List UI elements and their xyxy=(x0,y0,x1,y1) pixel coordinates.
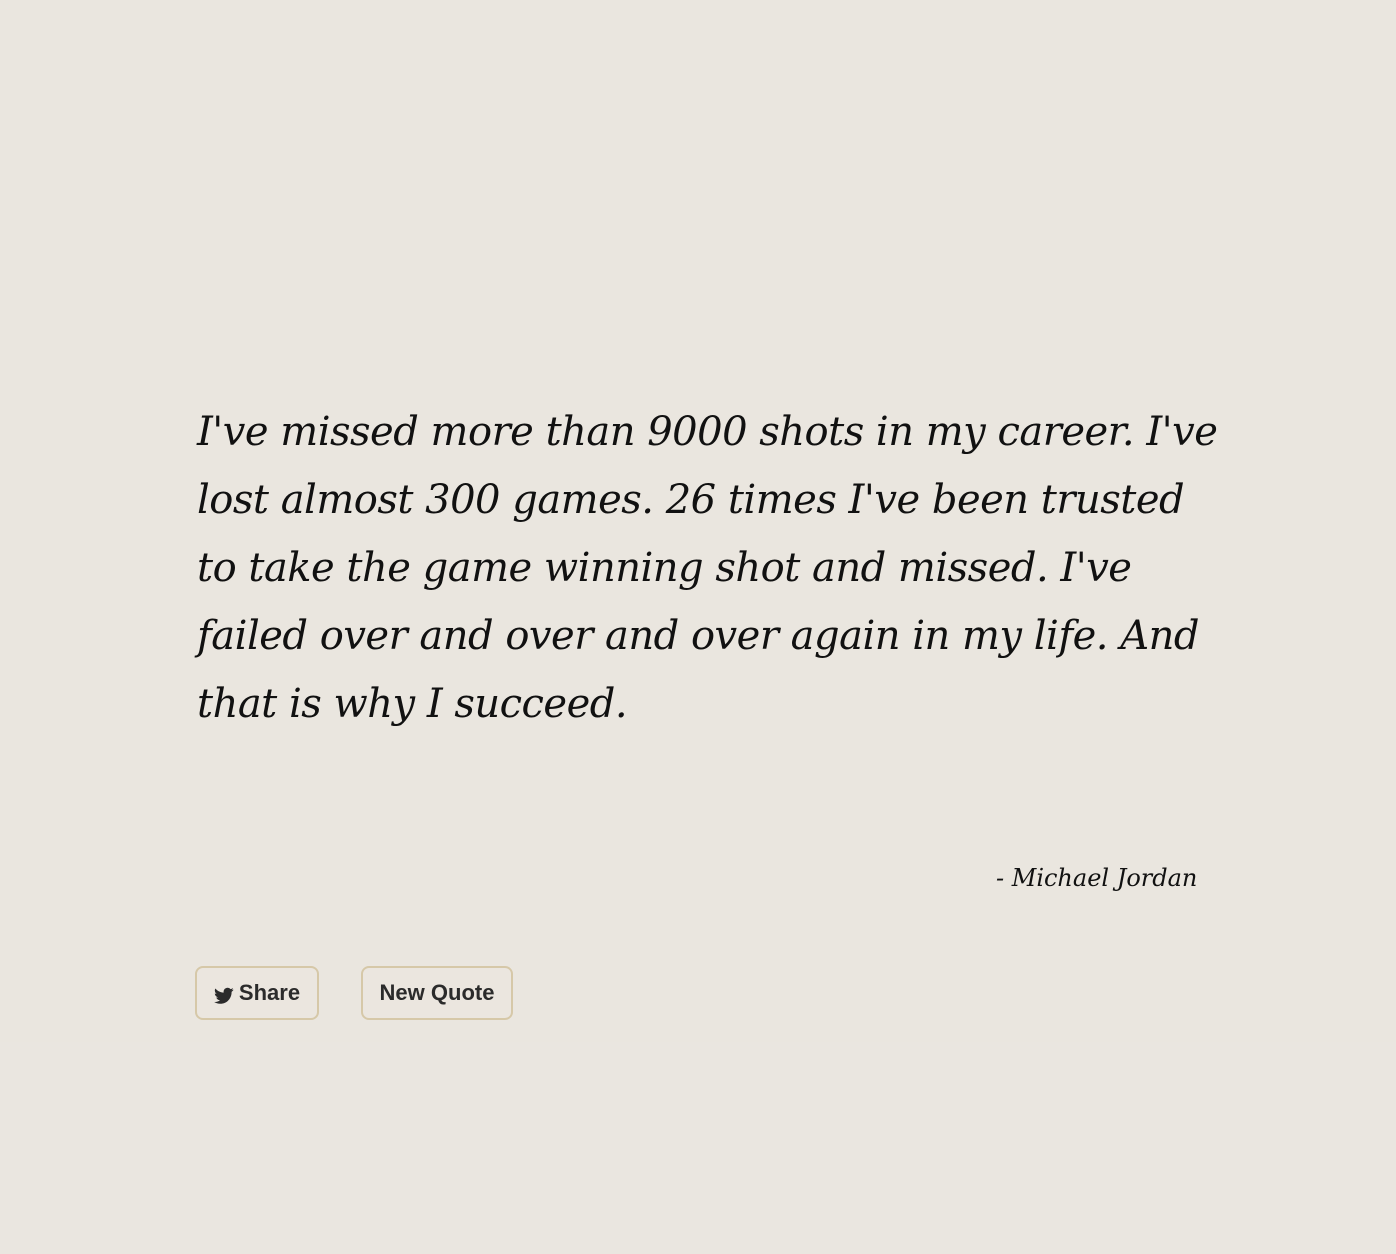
quote-text: I've missed more than 9000 shots in my c… xyxy=(197,409,1218,727)
twitter-bird-icon xyxy=(213,985,234,1004)
page: I've missed more than 9000 shots in my c… xyxy=(0,0,1396,1254)
share-label: Share xyxy=(238,980,301,1005)
quote-author: - Michael Jordan xyxy=(996,864,1198,892)
new-quote-button[interactable]: New Quote xyxy=(361,966,513,1020)
new-quote-label: New Quote xyxy=(379,980,495,1005)
quote-box: I've missed more than 9000 shots in my c… xyxy=(197,398,1227,738)
share-button[interactable]: Share xyxy=(195,966,319,1020)
